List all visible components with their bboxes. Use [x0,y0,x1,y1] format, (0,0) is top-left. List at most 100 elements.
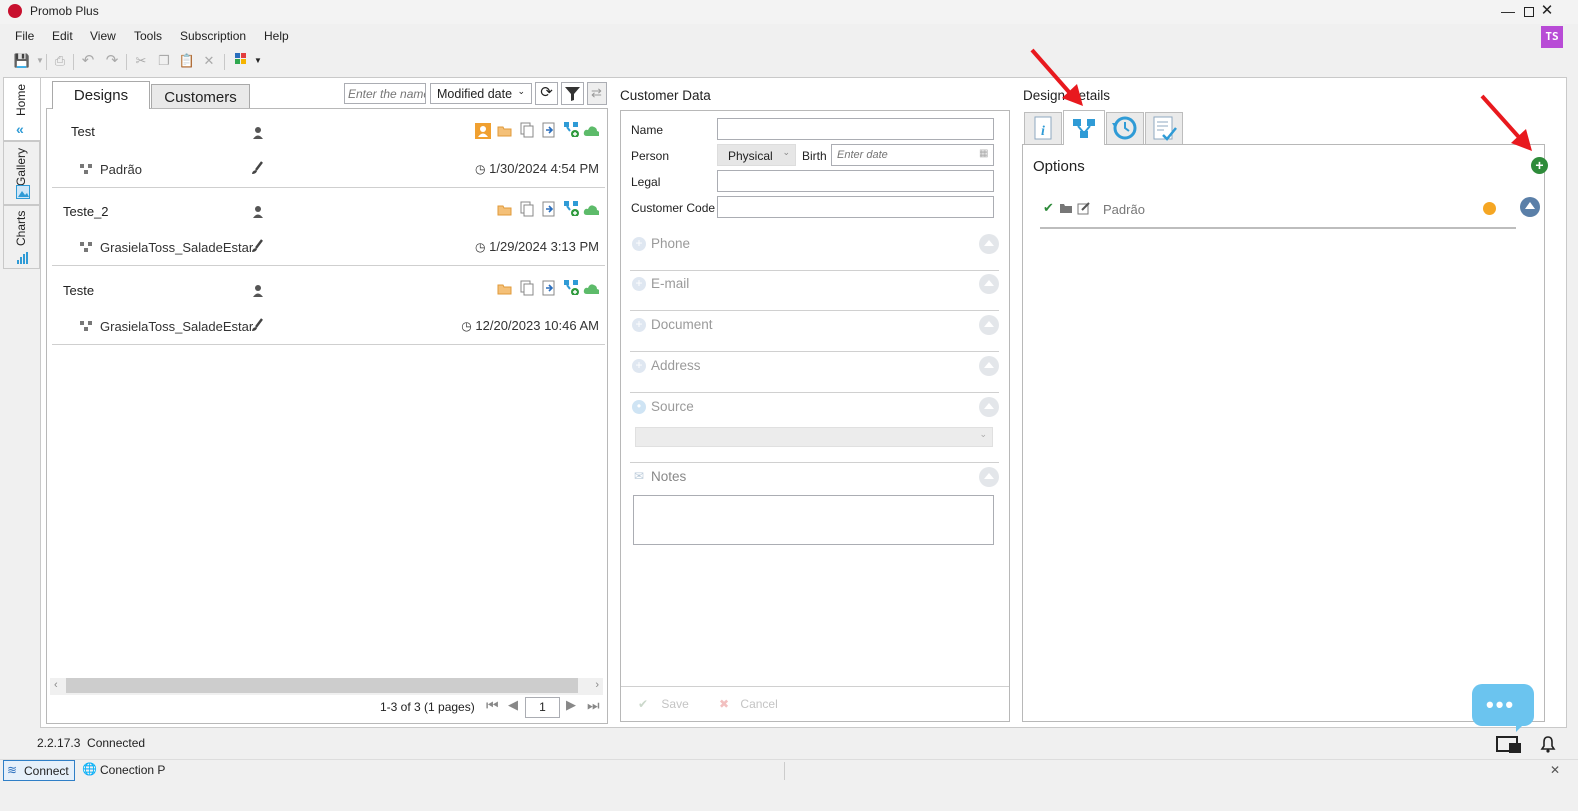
open-folder-icon[interactable] [497,202,513,218]
chevron-down-icon: ⌄ [517,86,525,96]
layout-dropdown-icon[interactable]: ▼ [249,52,267,70]
section-label: Document [651,317,713,332]
project-row[interactable]: Test Padrão ◷ 1/30/2024 4:54 PM [52,118,605,188]
menu-edit[interactable]: Edit [52,29,73,43]
screens-icon[interactable] [1496,735,1524,755]
menu-view[interactable]: View [90,29,116,43]
collapse-icon[interactable] [979,234,999,254]
duplicate-icon[interactable] [519,201,535,217]
export-icon[interactable] [541,122,557,138]
design-search-input[interactable] [344,83,426,104]
open-folder-icon[interactable] [497,123,513,139]
swap-button[interactable]: ⇄ [587,82,607,105]
legal-input[interactable] [717,170,994,192]
customer-code-input[interactable] [717,196,994,218]
section-phone[interactable]: + Phone [630,231,999,271]
cut-icon[interactable]: ✂ [132,52,150,70]
print-icon[interactable]: ⎙ [51,52,69,70]
next-page-icon[interactable]: ▶ [566,697,576,713]
collapse-icon[interactable] [979,397,999,417]
section-address[interactable]: + Address [630,353,999,393]
scrollbar-thumb[interactable] [66,678,578,693]
save-icon[interactable]: 💾 [13,52,31,70]
tab-designs[interactable]: Designs [52,81,150,109]
notes-textarea[interactable] [633,495,994,545]
refresh-button[interactable]: ⟳ [535,82,558,105]
tab-options[interactable] [1063,110,1105,145]
cloud-icon[interactable] [583,124,599,140]
notification-bell-icon[interactable] [1538,734,1558,754]
tab-history[interactable] [1106,112,1144,144]
option-row[interactable]: ✔ Padrão [1040,195,1516,229]
add-document-icon[interactable]: + [632,318,646,332]
cancel-button[interactable]: ✖ Cancel [719,697,778,711]
collapse-icon[interactable] [979,274,999,294]
paste-icon[interactable]: 📋 [178,52,196,70]
person-type-select[interactable]: Physical ⌄ [717,144,796,166]
edit-icon[interactable] [1077,201,1091,215]
birth-label: Birth [802,149,827,163]
undo-icon[interactable]: ↶ [79,52,97,70]
prev-page-icon[interactable]: ◀ [508,697,518,713]
tab-customers[interactable]: Customers [151,84,250,108]
dock-close-icon[interactable]: ✕ [1550,763,1560,777]
calendar-icon[interactable]: ▦ [979,148,988,159]
maximize-button[interactable] [1478,0,1534,24]
section-label: Address [651,358,701,373]
collapse-icon[interactable] [979,467,999,487]
collapse-icon[interactable] [979,356,999,376]
first-page-icon[interactable]: ⏮ [486,697,499,714]
tab-info[interactable]: i [1024,112,1062,144]
dock-tab-connect[interactable]: ≋ Connect [3,760,75,781]
save-button[interactable]: ✔ Save [638,697,689,711]
cloud-icon[interactable] [583,282,599,298]
folder-icon[interactable] [1059,202,1073,214]
options-tree-add-icon[interactable] [563,121,579,137]
menu-tools[interactable]: Tools [134,29,162,43]
add-phone-icon[interactable]: + [632,237,646,251]
source-select[interactable]: ⌄ [635,427,993,447]
side-tab-home[interactable]: Home « [3,77,40,141]
open-folder-icon[interactable] [497,281,513,297]
birth-date-input[interactable] [831,144,994,166]
add-email-icon[interactable]: + [632,277,646,291]
page-number-input[interactable]: 1 [525,697,560,718]
export-icon[interactable] [541,201,557,217]
collapse-option-button[interactable] [1520,197,1540,217]
collapse-icon[interactable] [979,315,999,335]
export-icon[interactable] [541,280,557,296]
redo-icon[interactable]: ↷ [103,52,121,70]
duplicate-icon[interactable] [519,122,535,138]
menu-subscription[interactable]: Subscription [180,29,246,43]
options-tree-add-icon[interactable] [563,200,579,216]
chat-support-button[interactable]: ••• [1472,684,1534,732]
menu-help[interactable]: Help [264,29,289,43]
add-option-button[interactable]: + [1531,157,1548,174]
side-tab-charts[interactable]: Charts [3,205,40,269]
cloud-icon[interactable] [583,203,599,219]
filter-button[interactable] [561,82,584,105]
name-input[interactable] [717,118,994,140]
sort-select[interactable]: Modified date ⌄ [430,83,532,104]
tab-checklist[interactable] [1145,112,1183,144]
add-address-icon[interactable]: + [632,359,646,373]
user-avatar[interactable]: TS [1541,26,1563,48]
close-window-button[interactable]: ✕ [1524,0,1570,24]
copy-icon[interactable]: ❐ [155,52,173,70]
side-tab-gallery[interactable]: Gallery [3,141,40,205]
scroll-right-icon[interactable]: › [595,679,599,691]
duplicate-icon[interactable] [519,280,535,296]
options-tree-add-icon[interactable] [563,279,579,295]
dock-tab-connection[interactable]: 🌐 Conection P [80,760,170,781]
customer-card-icon[interactable] [475,123,491,139]
scroll-left-icon[interactable]: ‹ [54,679,58,691]
horizontal-scrollbar[interactable]: ‹ › [50,678,603,695]
project-row[interactable]: Teste GrasielaToss_SaladeEstar ◷ 12/20/2… [52,276,605,346]
section-document[interactable]: + Document [630,312,999,352]
menu-file[interactable]: File [15,29,34,43]
project-row[interactable]: Teste_2 GrasielaToss_SaladeEstar ◷ 1/29/… [52,197,605,267]
delete-icon[interactable]: ✕ [200,52,218,70]
section-email[interactable]: + E-mail [630,271,999,311]
section-source[interactable]: • Source ⌄ [630,394,999,463]
last-page-icon[interactable]: ⏭ [587,697,600,714]
